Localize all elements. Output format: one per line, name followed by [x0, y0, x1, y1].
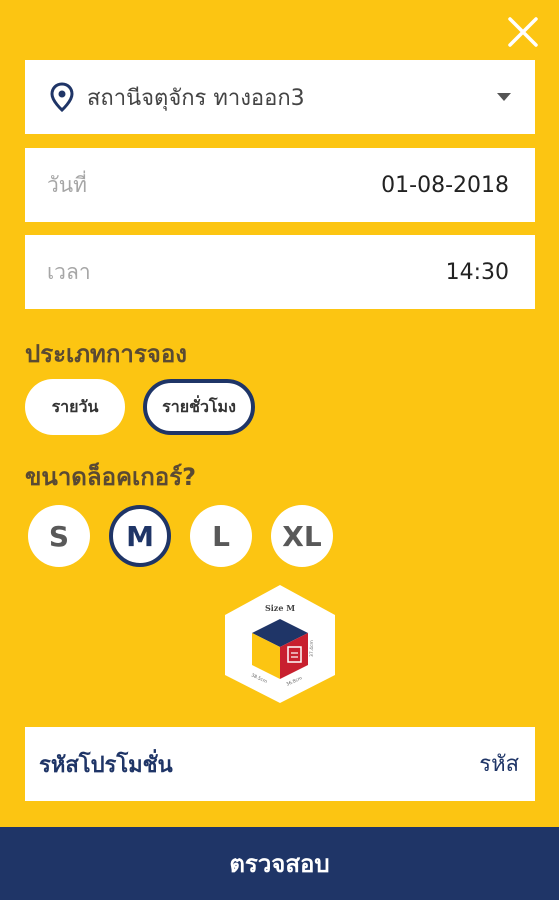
size-option-xl[interactable]: XL: [271, 505, 333, 567]
date-label: วันที่: [47, 172, 87, 197]
location-pin-icon: [50, 82, 74, 112]
time-label: เวลา: [47, 259, 91, 284]
station-selector[interactable]: สถานีจตุจักร ทางออก3: [25, 60, 535, 134]
locker-size-title: ขนาดล็อคเกอร์?: [25, 463, 197, 491]
chevron-down-icon: [497, 93, 511, 101]
close-icon-glyph: [508, 17, 538, 47]
promo-label: รหัสโปรโมชั่น: [39, 752, 173, 778]
illustration-size-label: Size M: [265, 603, 295, 613]
size-option-l[interactable]: L: [190, 505, 252, 567]
locker-size-illustration: Size M 38.5cm 36.8cm 37.4cm: [225, 585, 335, 703]
station-name: สถานีจตุจักร ทางออก3: [87, 85, 305, 111]
booking-option-hourly[interactable]: รายชั่วโมง: [143, 379, 255, 435]
illustration-dim-right: 37.4cm: [309, 640, 315, 657]
promo-code-field: รหัสโปรโมชั่น: [25, 727, 535, 801]
time-value: 14:30: [445, 259, 509, 285]
date-field[interactable]: วันที่ 01-08-2018: [25, 148, 535, 222]
time-field[interactable]: เวลา 14:30: [25, 235, 535, 309]
size-option-s[interactable]: S: [28, 505, 90, 567]
close-icon[interactable]: [505, 14, 541, 50]
promo-code-input[interactable]: [377, 750, 521, 778]
booking-option-daily[interactable]: รายวัน: [25, 379, 125, 435]
booking-type-title: ประเภทการจอง: [25, 340, 187, 368]
date-value: 01-08-2018: [381, 172, 509, 198]
size-option-m[interactable]: M: [109, 505, 171, 567]
check-button[interactable]: ตรวจสอบ: [0, 827, 559, 900]
